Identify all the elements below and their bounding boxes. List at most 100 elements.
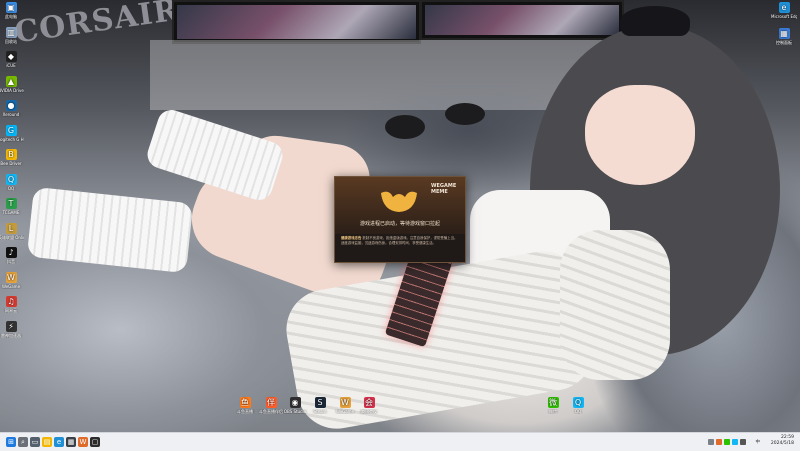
desktop-icon-bottom-6[interactable]: 微微信 <box>540 397 566 414</box>
wallpaper-face <box>585 85 695 185</box>
tray-chevron-icon[interactable] <box>708 439 714 445</box>
wallpaper-sock-2 <box>26 186 194 274</box>
tray-qq-icon[interactable] <box>732 439 738 445</box>
taskbar-search-icon[interactable]: ⌕ <box>18 437 28 447</box>
desktop-icon-left-0[interactable]: ▣ 此电脑 <box>0 2 24 19</box>
desktop-icon-left-7[interactable]: Q QQ <box>0 173 24 191</box>
taskbar-task-view-icon[interactable]: ▭ <box>30 437 40 447</box>
tray-language[interactable]: 中 <box>756 439 761 445</box>
dialog-message: 游戏进程已启动，等待游戏窗口拉起 <box>359 221 440 227</box>
desktop-icon-label: 雷神加速器 <box>1 332 21 338</box>
tray-wechat-icon[interactable] <box>724 439 730 445</box>
desktop-icon-left-5[interactable]: GLogitech G HUB <box>0 124 24 142</box>
left-6-icon: B <box>5 149 17 160</box>
desktop-icon-right-1[interactable]: ▦ 控制面板 <box>771 28 797 45</box>
desktop-icon-label: QQ <box>7 185 15 191</box>
desktop-icon-right-0[interactable]: eMicrosoft Edge <box>771 2 797 19</box>
wallpaper-monitor-left <box>172 0 421 44</box>
wallpaper-mouse-2 <box>445 103 485 125</box>
right-1-icon: ▦ <box>778 28 790 39</box>
dialog-health-notice: 健康游戏忠告 抵制不良游戏，拒绝盗版游戏。注意自我保护，谨防受骗上当。适度游戏益… <box>341 236 459 245</box>
taskbar-store-icon[interactable]: ▦ <box>66 437 76 447</box>
bottom-0-icon: 鱼 <box>239 397 251 408</box>
clock-date: 2024/5/18 <box>770 441 794 446</box>
desktop-icon-bottom-5[interactable]: 会腾讯会议 <box>356 397 382 414</box>
wallpaper-monitor-right <box>420 0 624 40</box>
desktop-icon-left-8[interactable]: T TCGAME <box>0 198 24 215</box>
taskbar-clock[interactable]: 22:59 2024/5/18 <box>771 435 794 447</box>
desktop-icon-label: 抖音 <box>7 259 15 264</box>
desktop-icon-left-12[interactable]: ♫ 网易云 <box>0 296 24 313</box>
desktop-icon-label: Logitech G HUB <box>0 136 24 142</box>
taskbar-file-explorer-icon[interactable]: ▤ <box>42 437 52 447</box>
desktop-icon-label: NVIDIA Driver Hub <box>0 87 24 93</box>
desktop-icon-bottom-3[interactable]: S Steam <box>307 397 333 414</box>
desktop-icon-label: 斗鱼直播 <box>237 409 253 414</box>
desktop-icon-left-2[interactable]: ◆ iCUE <box>0 51 24 68</box>
tray-network-icon[interactable] <box>740 439 746 445</box>
left-4-icon: ● <box>5 100 17 111</box>
desktop-icon-bottom-1[interactable]: 伴斗鱼直播伴侣 <box>258 397 284 414</box>
bottom-2-icon: ◉ <box>289 397 301 408</box>
left-9-icon: L <box>5 222 17 234</box>
bottom-6-icon: 微 <box>547 397 559 408</box>
left-13-icon: ⚡ <box>5 320 17 332</box>
desktop-icon-left-3[interactable]: ▲NVIDIA Driver Hub <box>0 75 24 93</box>
left-2-icon: ◆ <box>5 51 17 62</box>
desktop-icon-bottom-0[interactable]: 鱼斗鱼直播 <box>232 397 258 414</box>
left-8-icon: T <box>5 198 17 209</box>
left-5-icon: G <box>5 124 17 136</box>
wallpaper-cardigan-2 <box>560 230 670 380</box>
taskbar-edge-icon[interactable]: e <box>54 437 64 447</box>
desktop-icon-left-9[interactable]: L英雄联盟 Online <box>0 222 24 240</box>
desktop-icon-label: WeGame <box>335 409 355 414</box>
bottom-3-icon: S <box>314 397 326 408</box>
desktop-icon-label: iCUE <box>6 63 16 68</box>
desktop-icon-bottom-7[interactable]: Q QQ <box>565 397 591 414</box>
desktop-icon-label: 腾讯会议 <box>361 409 377 414</box>
desktop-icon-left-4[interactable]: ● Xeround <box>0 100 24 117</box>
desktop-icon-label: 控制面板 <box>776 40 792 45</box>
desktop-icon-label: 斗鱼直播伴侣 <box>259 409 283 414</box>
bottom-7-icon: Q <box>572 397 584 408</box>
left-10-icon: ♪ <box>5 247 17 258</box>
taskbar-app-icon[interactable]: ▢ <box>90 437 100 447</box>
left-7-icon: Q <box>5 173 17 185</box>
dialog-brand: WEGAME MEME <box>431 183 457 195</box>
desktop-icon-label: Microsoft Edge <box>771 14 797 19</box>
desktop-icon-label: OBS Studio <box>283 409 307 414</box>
taskbar: ⊞ ⌕ ▭ ▤ e ▦ W ▢ 中 22:59 2024/5/18 <box>0 432 800 451</box>
desktop-icon-label: Xeround <box>2 112 20 117</box>
system-tray: 中 22:59 2024/5/18 <box>680 433 800 451</box>
bottom-4-icon: W <box>339 397 351 408</box>
desktop-icon-label: Steam <box>313 409 327 414</box>
desktop-icon-left-1[interactable]: ▥ 回收站 <box>0 26 24 44</box>
wegame-logo-icon <box>381 191 417 212</box>
desktop-icon-bottom-2[interactable]: ◉ OBS Studio <box>282 397 308 414</box>
desktop-icon-left-11[interactable]: W WeGame <box>0 271 24 289</box>
desktop-icon-label: 微信 <box>549 409 557 414</box>
left-3-icon: ▲ <box>5 75 17 87</box>
left-1-icon: ▥ <box>5 26 17 38</box>
wegame-launch-dialog: WEGAME MEME 游戏进程已启动，等待游戏窗口拉起 健康游戏忠告 抵制不良… <box>334 176 466 263</box>
desktop-icon-left-13[interactable]: ⚡ 雷神加速器 <box>0 320 24 338</box>
wallpaper-mouse <box>385 115 425 139</box>
desktop-icon-left-6[interactable]: B Bee Driver <box>0 149 24 166</box>
left-11-icon: W <box>5 271 17 283</box>
desktop-icon-label: 英雄联盟 Online <box>0 234 24 240</box>
right-0-icon: e <box>778 2 790 13</box>
dialog-notice-title: 健康游戏忠告 <box>341 236 362 240</box>
bottom-1-icon: 伴 <box>265 397 277 408</box>
tray-app-icon[interactable] <box>716 439 722 445</box>
desktop-icon-label: 此电脑 <box>5 14 17 19</box>
left-12-icon: ♫ <box>5 296 17 307</box>
desktop-icon-label: TCGAME <box>2 210 20 215</box>
taskbar-wegame-icon[interactable]: W <box>78 437 88 447</box>
left-0-icon: ▣ <box>5 2 17 13</box>
desktop-icon-bottom-4[interactable]: W WeGame <box>332 397 358 414</box>
desktop-icon-label: QQ <box>574 409 582 414</box>
bottom-5-icon: 会 <box>363 397 375 408</box>
wallpaper-hair-bow <box>620 6 690 36</box>
taskbar-start-icon[interactable]: ⊞ <box>6 437 16 447</box>
desktop-icon-left-10[interactable]: ♪ 抖音 <box>0 247 24 264</box>
